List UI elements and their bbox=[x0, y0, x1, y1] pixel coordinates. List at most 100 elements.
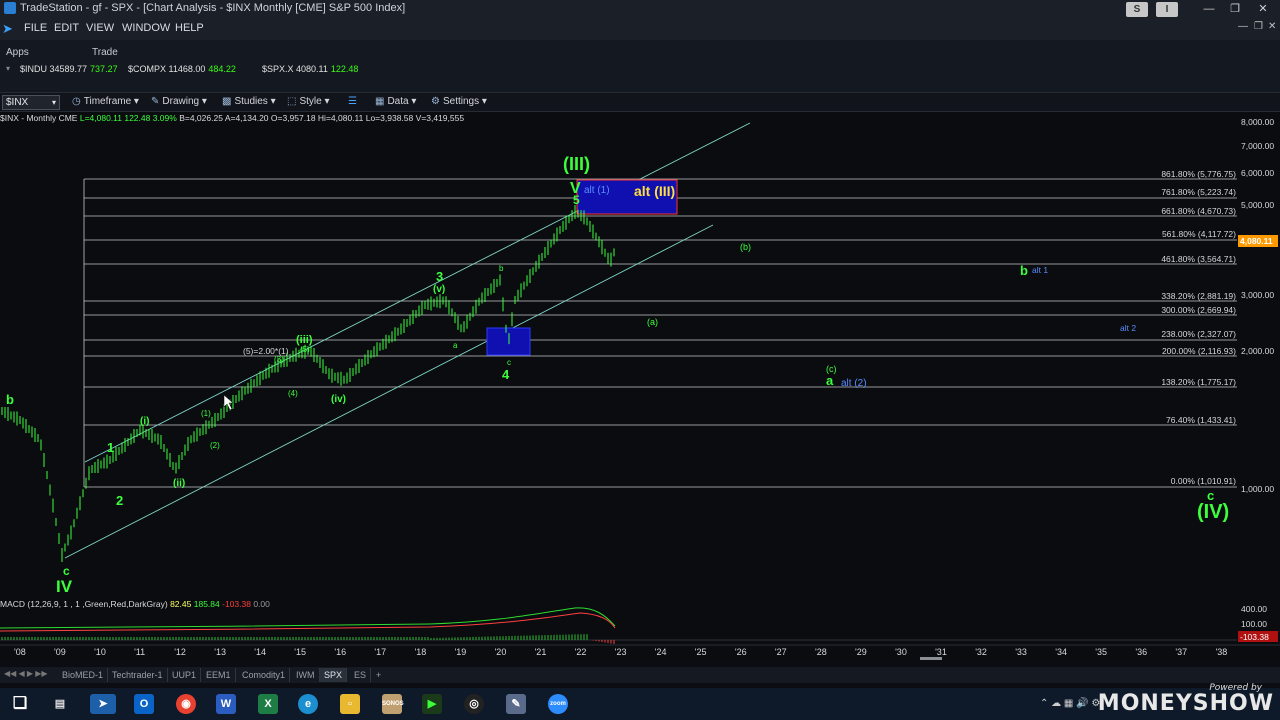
data-button[interactable]: ▦ Data ▾ bbox=[375, 96, 416, 107]
wave-label: (v) bbox=[433, 284, 445, 295]
wave-label: (ii) bbox=[173, 478, 185, 489]
tab-biomed[interactable]: BioMED-1 bbox=[58, 668, 109, 682]
wave-label: c bbox=[507, 358, 511, 367]
x-axis-tick: '25 bbox=[695, 647, 707, 657]
macd-line bbox=[0, 607, 616, 629]
wave-label: 3 bbox=[436, 269, 443, 284]
file-explorer-icon[interactable]: ▫ bbox=[340, 694, 360, 714]
trade-link[interactable]: Trade bbox=[92, 47, 118, 58]
mdi-close-icon[interactable]: ✕ bbox=[1268, 21, 1276, 32]
wave-label: alt (1) bbox=[584, 185, 610, 196]
x-axis-tick: '16 bbox=[334, 647, 346, 657]
s-badge-button[interactable]: S bbox=[1126, 2, 1148, 17]
wave-label: 2 bbox=[116, 493, 123, 508]
price-chart[interactable]: 861.80% (5,776.75) 761.80% (5,223.74) 66… bbox=[0, 112, 1280, 661]
layout-icon[interactable]: ☰ bbox=[348, 96, 360, 107]
tab-iwm[interactable]: IWM bbox=[292, 668, 320, 682]
apps-link[interactable]: Apps bbox=[6, 47, 29, 58]
tab-comodity[interactable]: Comodity1 bbox=[238, 668, 291, 682]
quote-indu[interactable]: $INDU 34589.77 737.27 bbox=[20, 64, 118, 74]
macd-axis-tick: -103.38 bbox=[1240, 632, 1269, 642]
task-view-icon[interactable]: ▤ bbox=[50, 694, 70, 714]
tab-techtrader[interactable]: Techtrader-1 bbox=[108, 668, 168, 682]
drawing-button[interactable]: ✎ Drawing ▾ bbox=[151, 96, 207, 107]
fib-label: 0.00% (1,010.91) bbox=[1171, 476, 1236, 486]
menu-help[interactable]: HELP bbox=[175, 22, 204, 34]
tab-spx[interactable]: SPX bbox=[320, 668, 348, 682]
chart-scrollbar-thumb[interactable] bbox=[920, 657, 942, 661]
x-axis-tick: '10 bbox=[94, 647, 106, 657]
price-tick: 7,000.00 bbox=[1241, 141, 1274, 151]
wave-label: (3) bbox=[274, 355, 284, 364]
upper-channel-line bbox=[84, 122, 751, 463]
tab-es[interactable]: ES bbox=[350, 668, 372, 682]
word-icon[interactable]: W bbox=[216, 694, 236, 714]
apps-bar: Apps Trade bbox=[0, 40, 1280, 62]
x-axis-tick: '21 bbox=[535, 647, 547, 657]
x-axis-tick: '13 bbox=[214, 647, 226, 657]
chart-area[interactable]: 861.80% (5,776.75) 761.80% (5,223.74) 66… bbox=[0, 112, 1280, 661]
tab-uup[interactable]: UUP1 bbox=[168, 668, 202, 682]
settings-button[interactable]: ⚙ Settings ▾ bbox=[431, 96, 487, 107]
zoom-icon[interactable]: zoom bbox=[548, 694, 568, 714]
x-axis: '08 '09 '10 '11 '12 '13 '14 '15 '16 '17 '18 '19 '20 '… bbox=[14, 647, 1227, 657]
mdi-minimize-icon[interactable]: — bbox=[1238, 21, 1248, 32]
wave-label: (III) bbox=[563, 154, 590, 174]
x-axis-tick: '09 bbox=[54, 647, 66, 657]
ohlc-info: B=4,026.25 A=4,134.20 O=3,957.18 Hi=4,08… bbox=[179, 113, 465, 123]
fib-label: 200.00% (2,116.93) bbox=[1162, 346, 1236, 356]
x-axis-tick: '30 bbox=[895, 647, 907, 657]
menu-window[interactable]: WINDOW bbox=[122, 22, 170, 34]
wave-label: (a) bbox=[647, 317, 658, 327]
quote-compx[interactable]: $COMPX 11468.00 484.22 bbox=[128, 64, 236, 74]
tradestation-taskbar-icon[interactable]: ➤ bbox=[90, 694, 116, 714]
fib-label: 461.80% (3,564.71) bbox=[1161, 254, 1236, 264]
timeframe-button[interactable]: ◷ Timeframe ▾ bbox=[72, 96, 139, 107]
close-icon[interactable]: ✕ bbox=[1248, 1, 1278, 17]
quote-ticker-bar: ▾ $INDU 34589.77 737.27 $COMPX 11468.00 48… bbox=[0, 62, 1280, 92]
menu-view[interactable]: VIEW bbox=[86, 22, 114, 34]
moneyshow-logo: MONEYSHOW bbox=[1097, 691, 1274, 716]
studies-icon: ▩ bbox=[222, 96, 232, 107]
wave-label: (b) bbox=[740, 242, 751, 252]
quote-spx[interactable]: $SPX.X 4080.11 122.48 bbox=[262, 64, 358, 74]
macd-axis-tick: 100.00 bbox=[1241, 619, 1267, 629]
chrome-icon[interactable]: ◉ bbox=[176, 694, 196, 714]
mdi-restore-icon[interactable]: ❐ bbox=[1254, 21, 1263, 32]
tab-nav-icon[interactable]: ◀◀ ◀ ▶ ▶▶ bbox=[4, 669, 48, 678]
ticker-scroll-icon[interactable]: ▾ bbox=[6, 64, 10, 73]
restore-icon[interactable]: ❐ bbox=[1220, 1, 1250, 17]
style-button[interactable]: ⬚ Style ▾ bbox=[287, 96, 330, 107]
sonos-icon[interactable]: SONOS bbox=[382, 694, 404, 714]
terminal-icon[interactable]: ▶ bbox=[422, 694, 442, 714]
tab-eem[interactable]: EEM1 bbox=[202, 668, 236, 682]
fib-label: 238.00% (2,327.07) bbox=[1161, 329, 1236, 339]
add-tab-button[interactable]: + bbox=[372, 668, 385, 682]
x-axis-tick: '20 bbox=[495, 647, 507, 657]
wave-label: c bbox=[63, 564, 70, 578]
price-tick: 5,000.00 bbox=[1241, 200, 1274, 210]
excel-icon[interactable]: X bbox=[258, 694, 278, 714]
studies-button[interactable]: ▩ Studies ▾ bbox=[222, 96, 276, 107]
x-axis-tick: '11 bbox=[134, 647, 145, 657]
x-axis-tick: '26 bbox=[735, 647, 747, 657]
menu-file[interactable]: FILE bbox=[24, 22, 47, 34]
windows-start-icon[interactable]: ❏ bbox=[10, 694, 30, 714]
chart-toolbar: $INX ▾ ◷ Timeframe ▾ ✎ Drawing ▾ ▩ Studies ▾… bbox=[0, 92, 1280, 112]
fib-label: 300.00% (2,669.94) bbox=[1161, 305, 1236, 315]
menu-edit[interactable]: EDIT bbox=[54, 22, 79, 34]
price-tick: 1,000.00 bbox=[1241, 484, 1274, 494]
style-icon: ⬚ bbox=[287, 96, 297, 107]
system-tray-icons[interactable]: ⌃ ☁ ▦ 🔊 ⚙ bbox=[1040, 698, 1100, 709]
obs-icon[interactable]: ◎ bbox=[464, 694, 484, 714]
edge-icon[interactable]: e bbox=[298, 694, 318, 714]
symbol-input[interactable]: $INX ▾ bbox=[2, 95, 60, 110]
wave-label: alt (III) bbox=[634, 183, 675, 199]
macd-histogram bbox=[1, 634, 615, 644]
price-tick: 2,000.00 bbox=[1241, 346, 1274, 356]
i-badge-button[interactable]: I bbox=[1156, 2, 1178, 17]
outlook-icon[interactable]: O bbox=[134, 694, 154, 714]
paint-icon[interactable]: ✎ bbox=[506, 694, 526, 714]
moneyshow-watermark: Powered by MONEYSHOW bbox=[1098, 683, 1274, 720]
last-price-info: L=4,080.11 122.48 3.09% bbox=[79, 113, 177, 123]
